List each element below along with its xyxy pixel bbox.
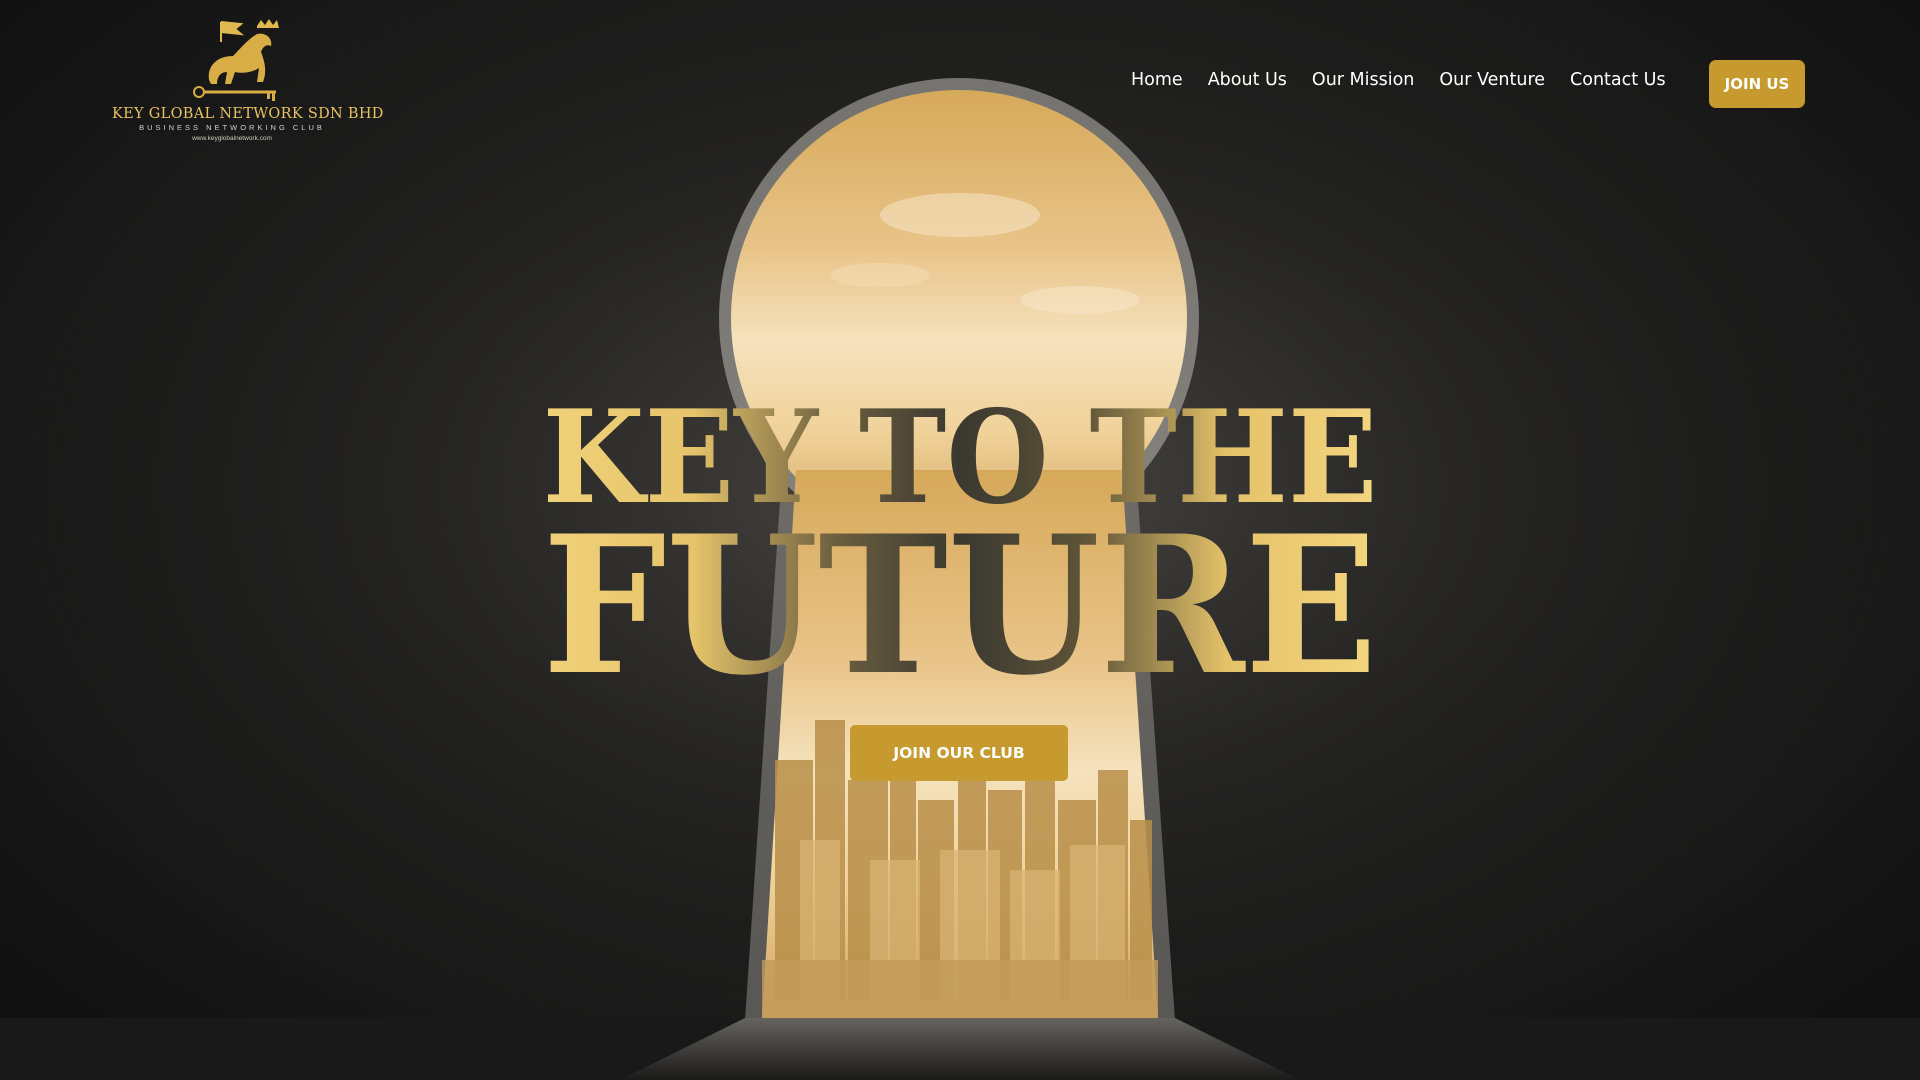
headline-line-2: FUTURE (543, 494, 1378, 682)
nav-our-mission[interactable]: Our Mission (1312, 70, 1414, 90)
join-us-button[interactable]: JOIN US (1709, 60, 1805, 108)
brand-name: KEY GLOBAL NETWORK SDN BHD (112, 106, 384, 122)
nav-contact-us[interactable]: Contact Us (1570, 70, 1666, 90)
nav-home[interactable]: Home (1131, 70, 1183, 90)
brand-tagline: BUSINESS NETWORKING CLUB (139, 123, 325, 132)
hero-headline: KEY TO THE FUTURE (543, 383, 1378, 682)
page: KEY GLOBAL NETWORK SDN BHD BUSINESS NETW… (0, 0, 1920, 1080)
main-nav: Home About Us Our Mission Our Venture Co… (1131, 70, 1666, 90)
join-our-club-button[interactable]: JOIN OUR CLUB (850, 725, 1068, 781)
nav-our-venture[interactable]: Our Venture (1439, 70, 1545, 90)
nav-about-us[interactable]: About Us (1208, 70, 1287, 90)
golden-horse-key-crown-icon (193, 19, 279, 101)
brand-url: www.keyglobalnetwork.com (192, 135, 272, 142)
brand-logo[interactable]: KEY GLOBAL NETWORK SDN BHD BUSINESS NETW… (112, 18, 384, 148)
